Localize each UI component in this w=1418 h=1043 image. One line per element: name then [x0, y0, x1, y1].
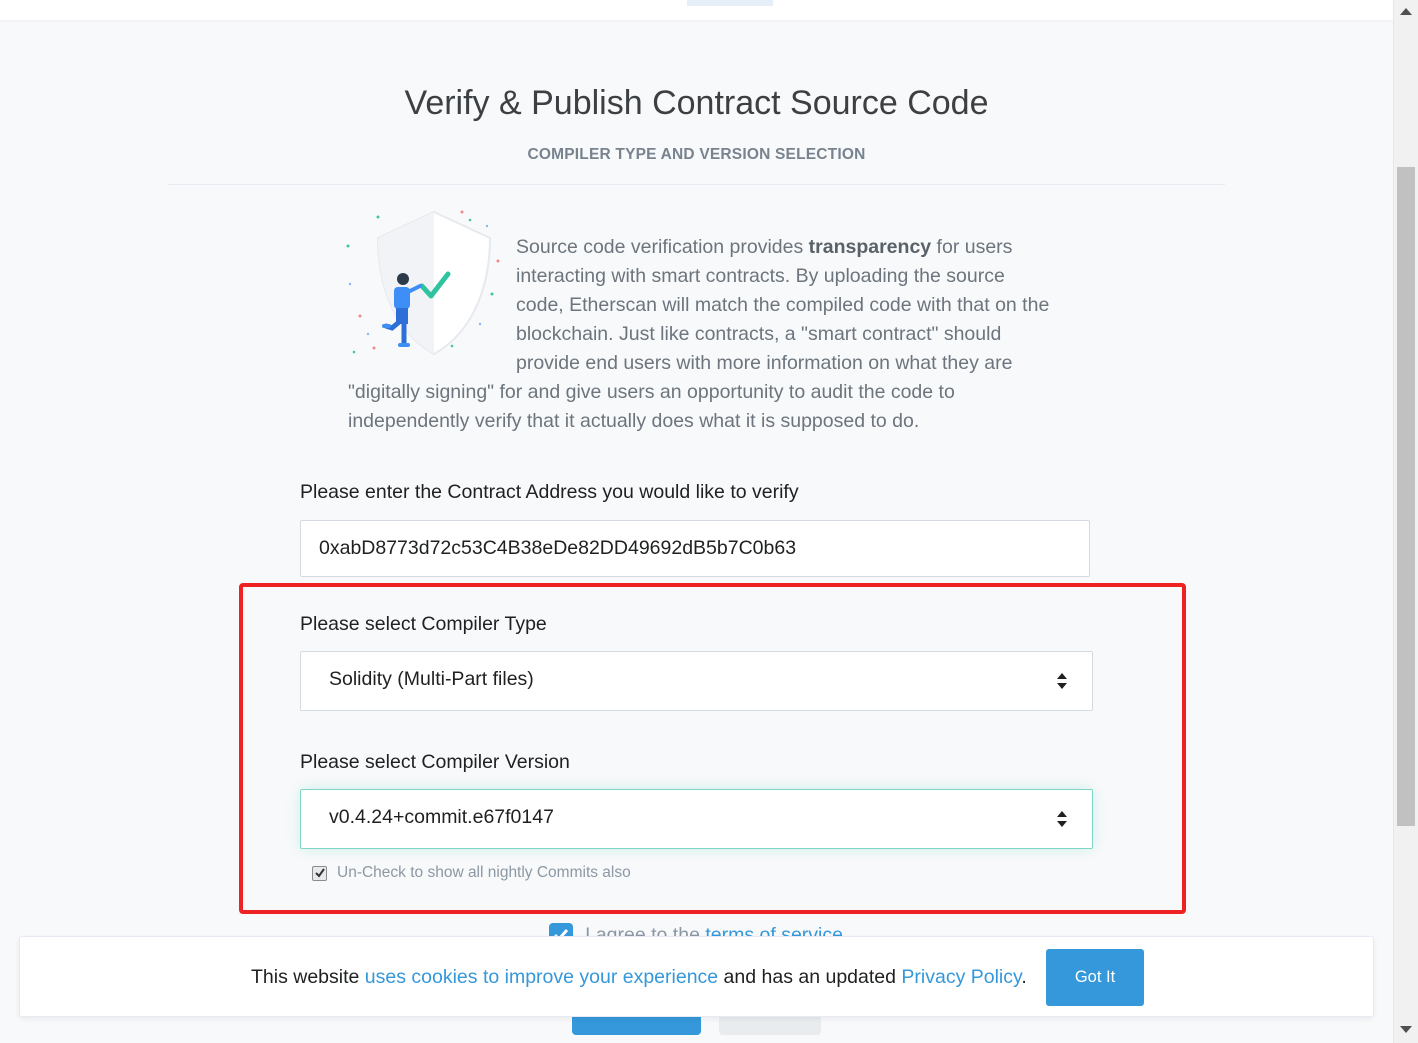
page-title: Verify & Publish Contract Source Code: [404, 84, 989, 122]
cookie-text-1: This website: [251, 966, 365, 988]
cookie-text-2: and has an updated: [718, 966, 902, 988]
header-bar: [0, 0, 1393, 20]
privacy-policy-link[interactable]: Privacy Policy: [901, 966, 1021, 988]
shield-verification-illustration: [340, 206, 510, 366]
divider: [168, 184, 1225, 185]
cookies-info-link[interactable]: uses cookies to improve your experience: [365, 966, 718, 988]
cookie-message: This website uses cookies to improve you…: [251, 966, 1027, 989]
page-scrollbar[interactable]: [1393, 0, 1418, 1043]
scroll-down-arrow-icon[interactable]: [1400, 1026, 1412, 1033]
page-subtitle: COMPILER TYPE AND VERSION SELECTION: [527, 146, 866, 163]
intro-text-start: Source code verification provides: [516, 236, 809, 258]
intro-text-bold: transparency: [808, 236, 932, 258]
address-label: Please enter the Contract Address you wo…: [300, 481, 799, 503]
cookie-text-3: .: [1021, 966, 1027, 988]
intro-section: Source code verification provides transp…: [340, 206, 1052, 436]
scrollbar-thumb[interactable]: [1397, 167, 1415, 826]
highlight-annotation-box: [239, 583, 1186, 914]
got-it-button[interactable]: Got It: [1046, 949, 1144, 1006]
contract-address-input[interactable]: [300, 520, 1090, 577]
header-active-tab[interactable]: [687, 0, 773, 6]
cookie-banner: This website uses cookies to improve you…: [19, 936, 1374, 1017]
page: Verify & Publish Contract Source Code CO…: [0, 0, 1393, 1043]
scroll-up-arrow-icon[interactable]: [1400, 8, 1412, 15]
